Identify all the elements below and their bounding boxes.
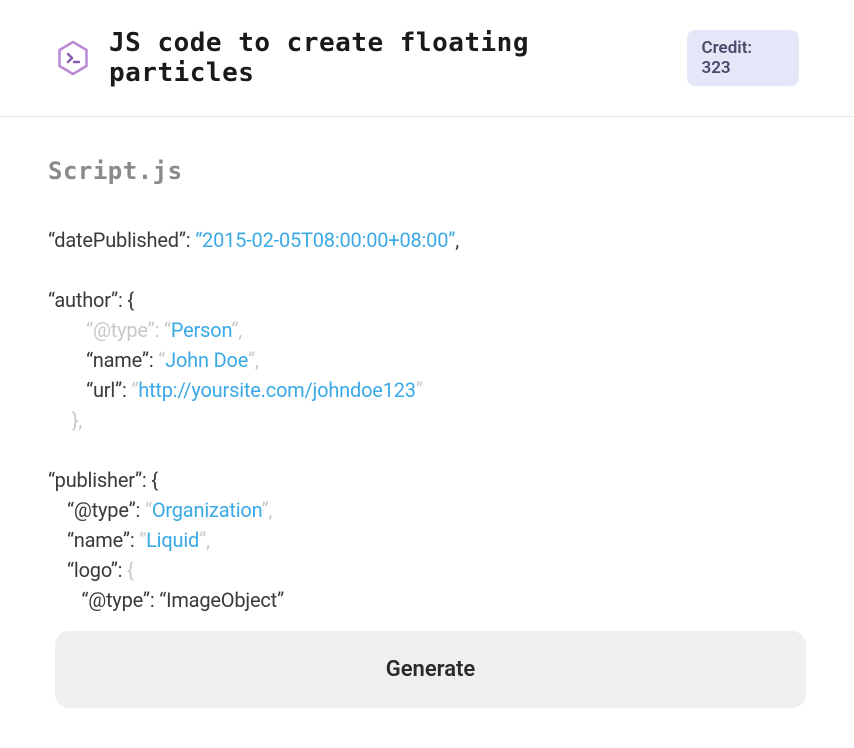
code-line: “name”: “John Doe”, xyxy=(48,345,799,375)
code-line: “author”: { xyxy=(48,285,799,315)
header: JS code to create floating particles Cre… xyxy=(0,0,854,117)
code-line: “@type”: “Organization”, xyxy=(48,495,799,525)
credit-badge: Credit: 323 xyxy=(687,30,799,86)
generate-button[interactable]: Generate xyxy=(55,631,806,708)
code-line: “@type”: “ImageObject” xyxy=(48,585,799,615)
code-block: “datePublished”: “2015-02-05T08:00:00+08… xyxy=(48,225,799,615)
code-line: “name”: “Liquid”, xyxy=(48,525,799,555)
code-line: “@type”: “Person”, xyxy=(48,315,799,345)
header-left: JS code to create floating particles xyxy=(55,28,687,88)
code-line: }, xyxy=(48,405,799,435)
page-title: JS code to create floating particles xyxy=(109,28,687,88)
code-line: “publisher”: { xyxy=(48,465,799,495)
app-logo-icon xyxy=(55,40,91,76)
filename-label: Script.js xyxy=(48,157,799,185)
code-line: “logo”: { xyxy=(48,555,799,585)
code-line: “datePublished”: “2015-02-05T08:00:00+08… xyxy=(48,225,799,255)
code-line: “url”: “http://yoursite.com/johndoe123” xyxy=(48,375,799,405)
content-area: Script.js “datePublished”: “2015-02-05T0… xyxy=(0,117,854,615)
